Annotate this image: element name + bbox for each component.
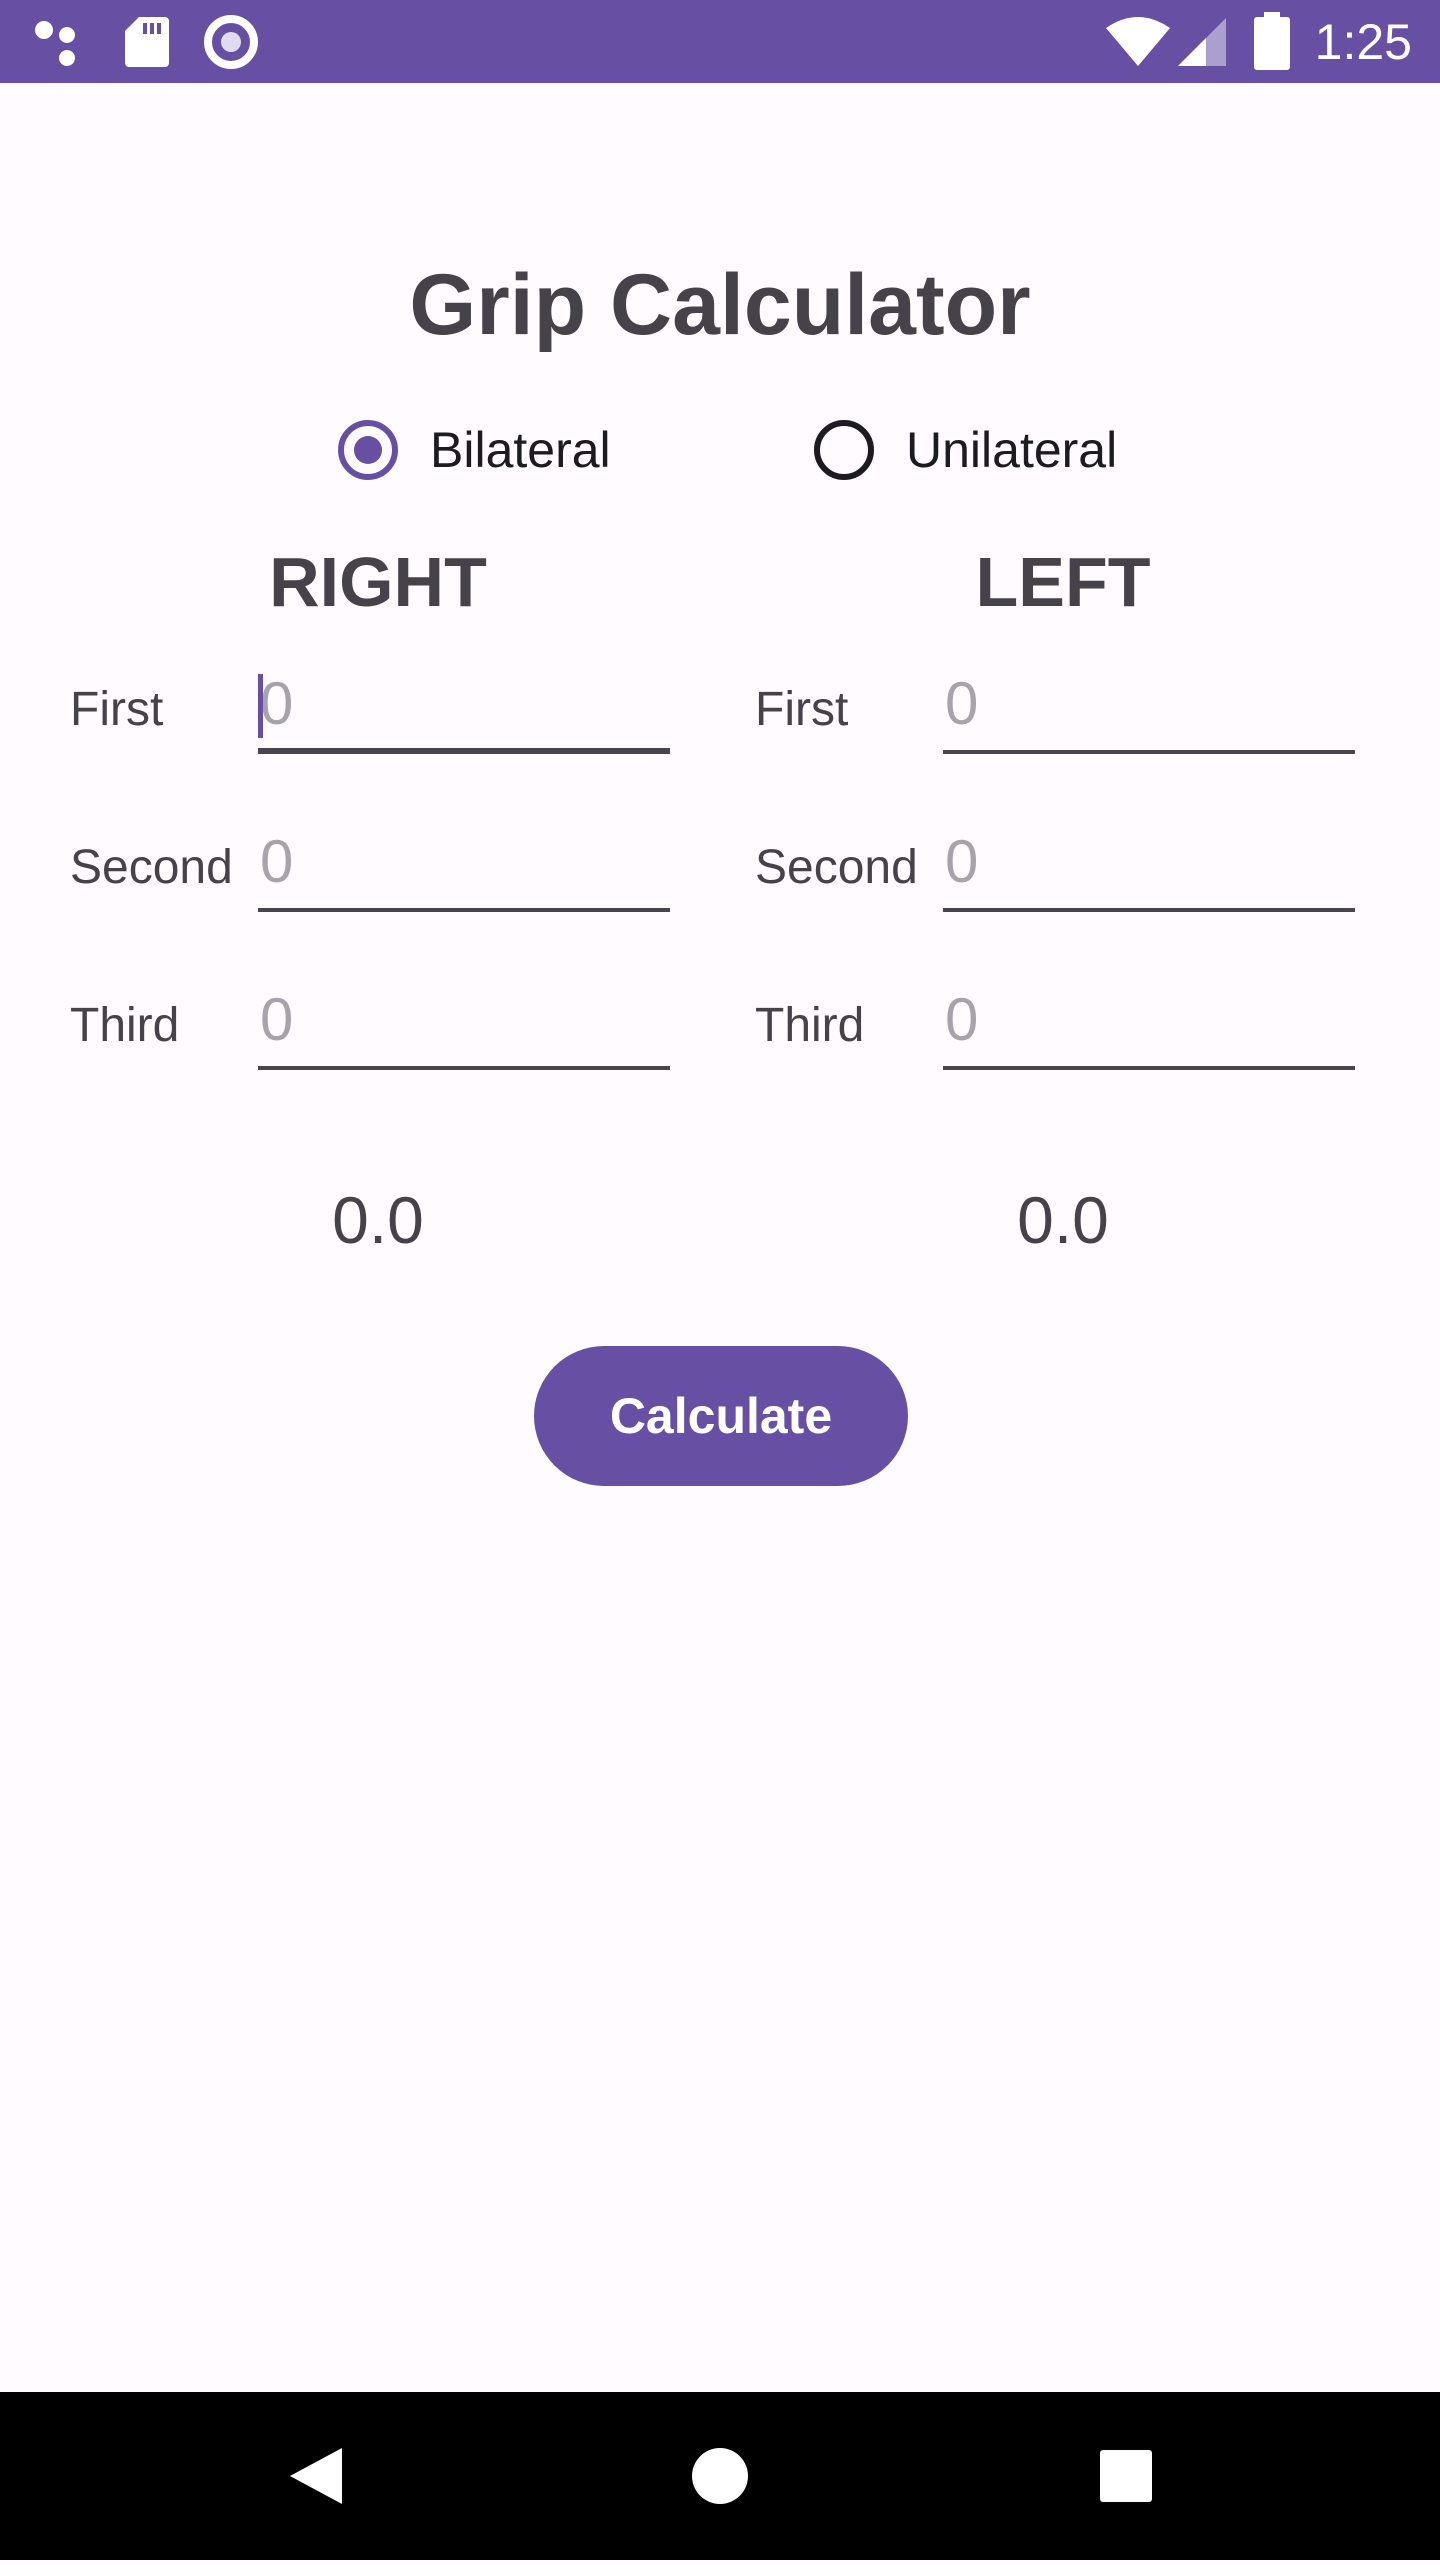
back-icon: [290, 2448, 342, 2504]
left-second-label: Second: [755, 841, 918, 894]
record-icon: [204, 15, 258, 69]
navigation-bar: [0, 2392, 1440, 2560]
right-second-input-field[interactable]: [258, 822, 672, 912]
home-icon: [692, 2448, 748, 2504]
right-first-label: First: [70, 683, 164, 736]
left-third-input-field[interactable]: [943, 980, 1357, 1070]
wifi-icon: [1106, 17, 1170, 66]
sd-card-icon: [125, 17, 169, 67]
left-result: 0.0: [1017, 1183, 1109, 1257]
back-button[interactable]: [236, 2392, 396, 2560]
right-header: RIGHT: [269, 543, 487, 621]
assistant-dots-icon: [35, 21, 75, 66]
radio-bilateral[interactable]: Bilateral: [338, 405, 611, 495]
left-first-input[interactable]: [943, 664, 1357, 744]
left-second-input[interactable]: [943, 822, 1357, 902]
right-third-label: Third: [70, 999, 180, 1052]
left-third-label: Third: [755, 999, 865, 1052]
left-second-input-field[interactable]: [943, 822, 1357, 912]
radio-unchecked-icon[interactable]: [814, 420, 874, 480]
radio-label-bilateral: Bilateral: [430, 422, 611, 478]
right-third-input[interactable]: [258, 980, 672, 1060]
left-header: LEFT: [975, 543, 1151, 621]
radio-label-unilateral: Unilateral: [906, 422, 1118, 478]
right-second-label: Second: [70, 841, 233, 894]
right-first-input-field[interactable]: [258, 664, 672, 754]
battery-icon: [1254, 12, 1290, 70]
right-result: 0.0: [332, 1183, 424, 1257]
clock: 1:25: [1314, 14, 1412, 70]
home-button[interactable]: [640, 2392, 800, 2560]
recents-button[interactable]: [1046, 2392, 1206, 2560]
recents-icon: [1100, 2450, 1152, 2502]
right-first-input[interactable]: [258, 664, 672, 744]
radio-checked-icon[interactable]: [338, 420, 398, 480]
cell-signal-icon: [1178, 18, 1226, 66]
calculate-button[interactable]: Calculate: [534, 1346, 908, 1486]
text-cursor: [258, 674, 263, 738]
left-first-input-field[interactable]: [943, 664, 1357, 754]
right-third-input-field[interactable]: [258, 980, 672, 1070]
page-title: Grip Calculator: [409, 257, 1031, 353]
status-bar: 1:25: [0, 0, 1440, 83]
left-first-label: First: [755, 683, 849, 736]
left-third-input[interactable]: [943, 980, 1357, 1060]
radio-unilateral[interactable]: Unilateral: [814, 405, 1117, 495]
right-second-input[interactable]: [258, 822, 672, 902]
